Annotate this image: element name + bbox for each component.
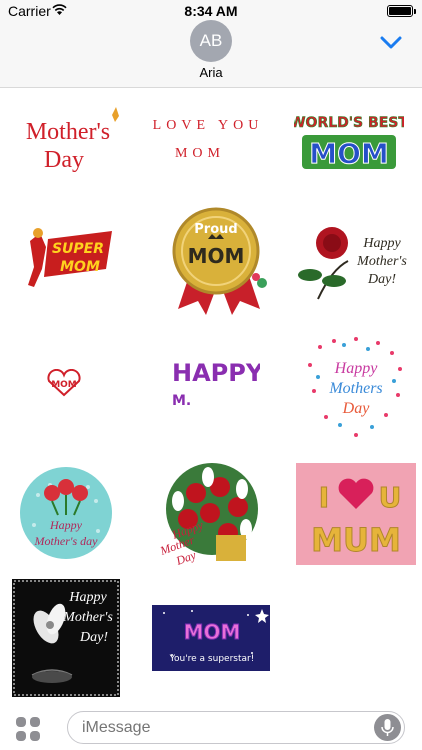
sticker-text: SUPER	[52, 241, 104, 257]
avatar[interactable]: AB	[190, 20, 232, 62]
sticker-text: M.	[172, 393, 191, 409]
status-bar: Carrier 8:34 AM	[0, 0, 422, 22]
sticker-text: HAPPY	[172, 359, 260, 387]
sticker-proud-mom[interactable]: Proud MOM	[168, 203, 272, 319]
contact-name[interactable]: Aria	[0, 65, 422, 80]
sticker-text: Happy	[334, 360, 379, 377]
sticker-text: I	[319, 481, 329, 514]
app-grid-icon[interactable]	[16, 717, 42, 743]
sticker-worlds-best-mom[interactable]: WORLD'S BEST MOM	[294, 105, 404, 177]
sticker-hearts-happy-mothers-day[interactable]: Happy Mothers Day	[300, 335, 410, 439]
sticker-text: MOM	[184, 620, 241, 644]
message-input-bar	[0, 705, 422, 750]
sticker-happy-m[interactable]: HAPPY M.	[168, 355, 260, 411]
sticker-rose-happy-mothers-day[interactable]: Happy Mother's Day!	[296, 223, 416, 303]
sticker-text: MOM	[60, 259, 100, 275]
sticker-text: U	[379, 481, 402, 514]
sticker-text: Mother's	[356, 254, 407, 269]
sticker-roses-circle[interactable]: Happy Mother's day	[18, 465, 114, 561]
sticker-i-love-u-mum[interactable]: I U MUM	[296, 463, 416, 565]
sticker-text: WORLD'S BEST	[294, 115, 404, 131]
microphone-button[interactable]	[374, 714, 401, 741]
sticker-text: Day!	[367, 272, 396, 287]
sticker-text: Mother's day	[34, 534, 99, 548]
sticker-text: Mother's	[26, 119, 110, 145]
sticker-text: MOM	[175, 146, 225, 161]
sticker-text: Happy	[68, 590, 107, 605]
sticker-text: MUM	[311, 521, 401, 559]
sticker-text: Proud	[194, 222, 237, 237]
battery-icon	[387, 5, 416, 17]
heart-icon	[338, 478, 374, 509]
message-input[interactable]	[82, 719, 352, 737]
sticker-text: MOM	[51, 380, 77, 390]
sticker-text: Happy	[362, 236, 401, 251]
butterfly-icon	[112, 107, 119, 122]
sticker-text: Day!	[79, 630, 108, 645]
sticker-text: Mothers	[328, 380, 382, 397]
sticker-superstar[interactable]: MOM You're a superstar!	[152, 605, 270, 671]
sticker-lily-happy-mothers-day[interactable]: Happy Mother's Day!	[12, 579, 120, 697]
chevron-down-icon[interactable]	[380, 36, 402, 50]
sticker-mothers-day-text[interactable]: Mother's Day	[8, 103, 126, 183]
sticker-text: Mother's	[62, 610, 113, 625]
sticker-bouquet[interactable]: Happy Mother Day	[152, 459, 264, 571]
sticker-text: MOM	[188, 244, 245, 268]
message-field[interactable]	[67, 711, 405, 744]
microphone-icon	[381, 719, 394, 736]
sticker-text: MOM	[309, 137, 389, 170]
sticker-text: Day	[44, 147, 84, 173]
sticker-text: You're a superstar!	[169, 654, 255, 664]
sticker-text: LOVE YOU	[153, 118, 264, 133]
sticker-text: Happy	[49, 518, 83, 532]
sticker-love-you-mom[interactable]: LOVE YOU MOM	[148, 109, 272, 169]
sticker-super-mom[interactable]: SUPER MOM	[14, 221, 118, 297]
star-icon	[255, 609, 269, 623]
sticker-text: Day	[342, 400, 371, 417]
sticker-mom-heart[interactable]: MOM	[44, 369, 84, 397]
sticker-grid: Mother's Day LOVE YOU MOM WORLD'S BEST M…	[0, 89, 422, 705]
clock: 8:34 AM	[184, 3, 238, 19]
